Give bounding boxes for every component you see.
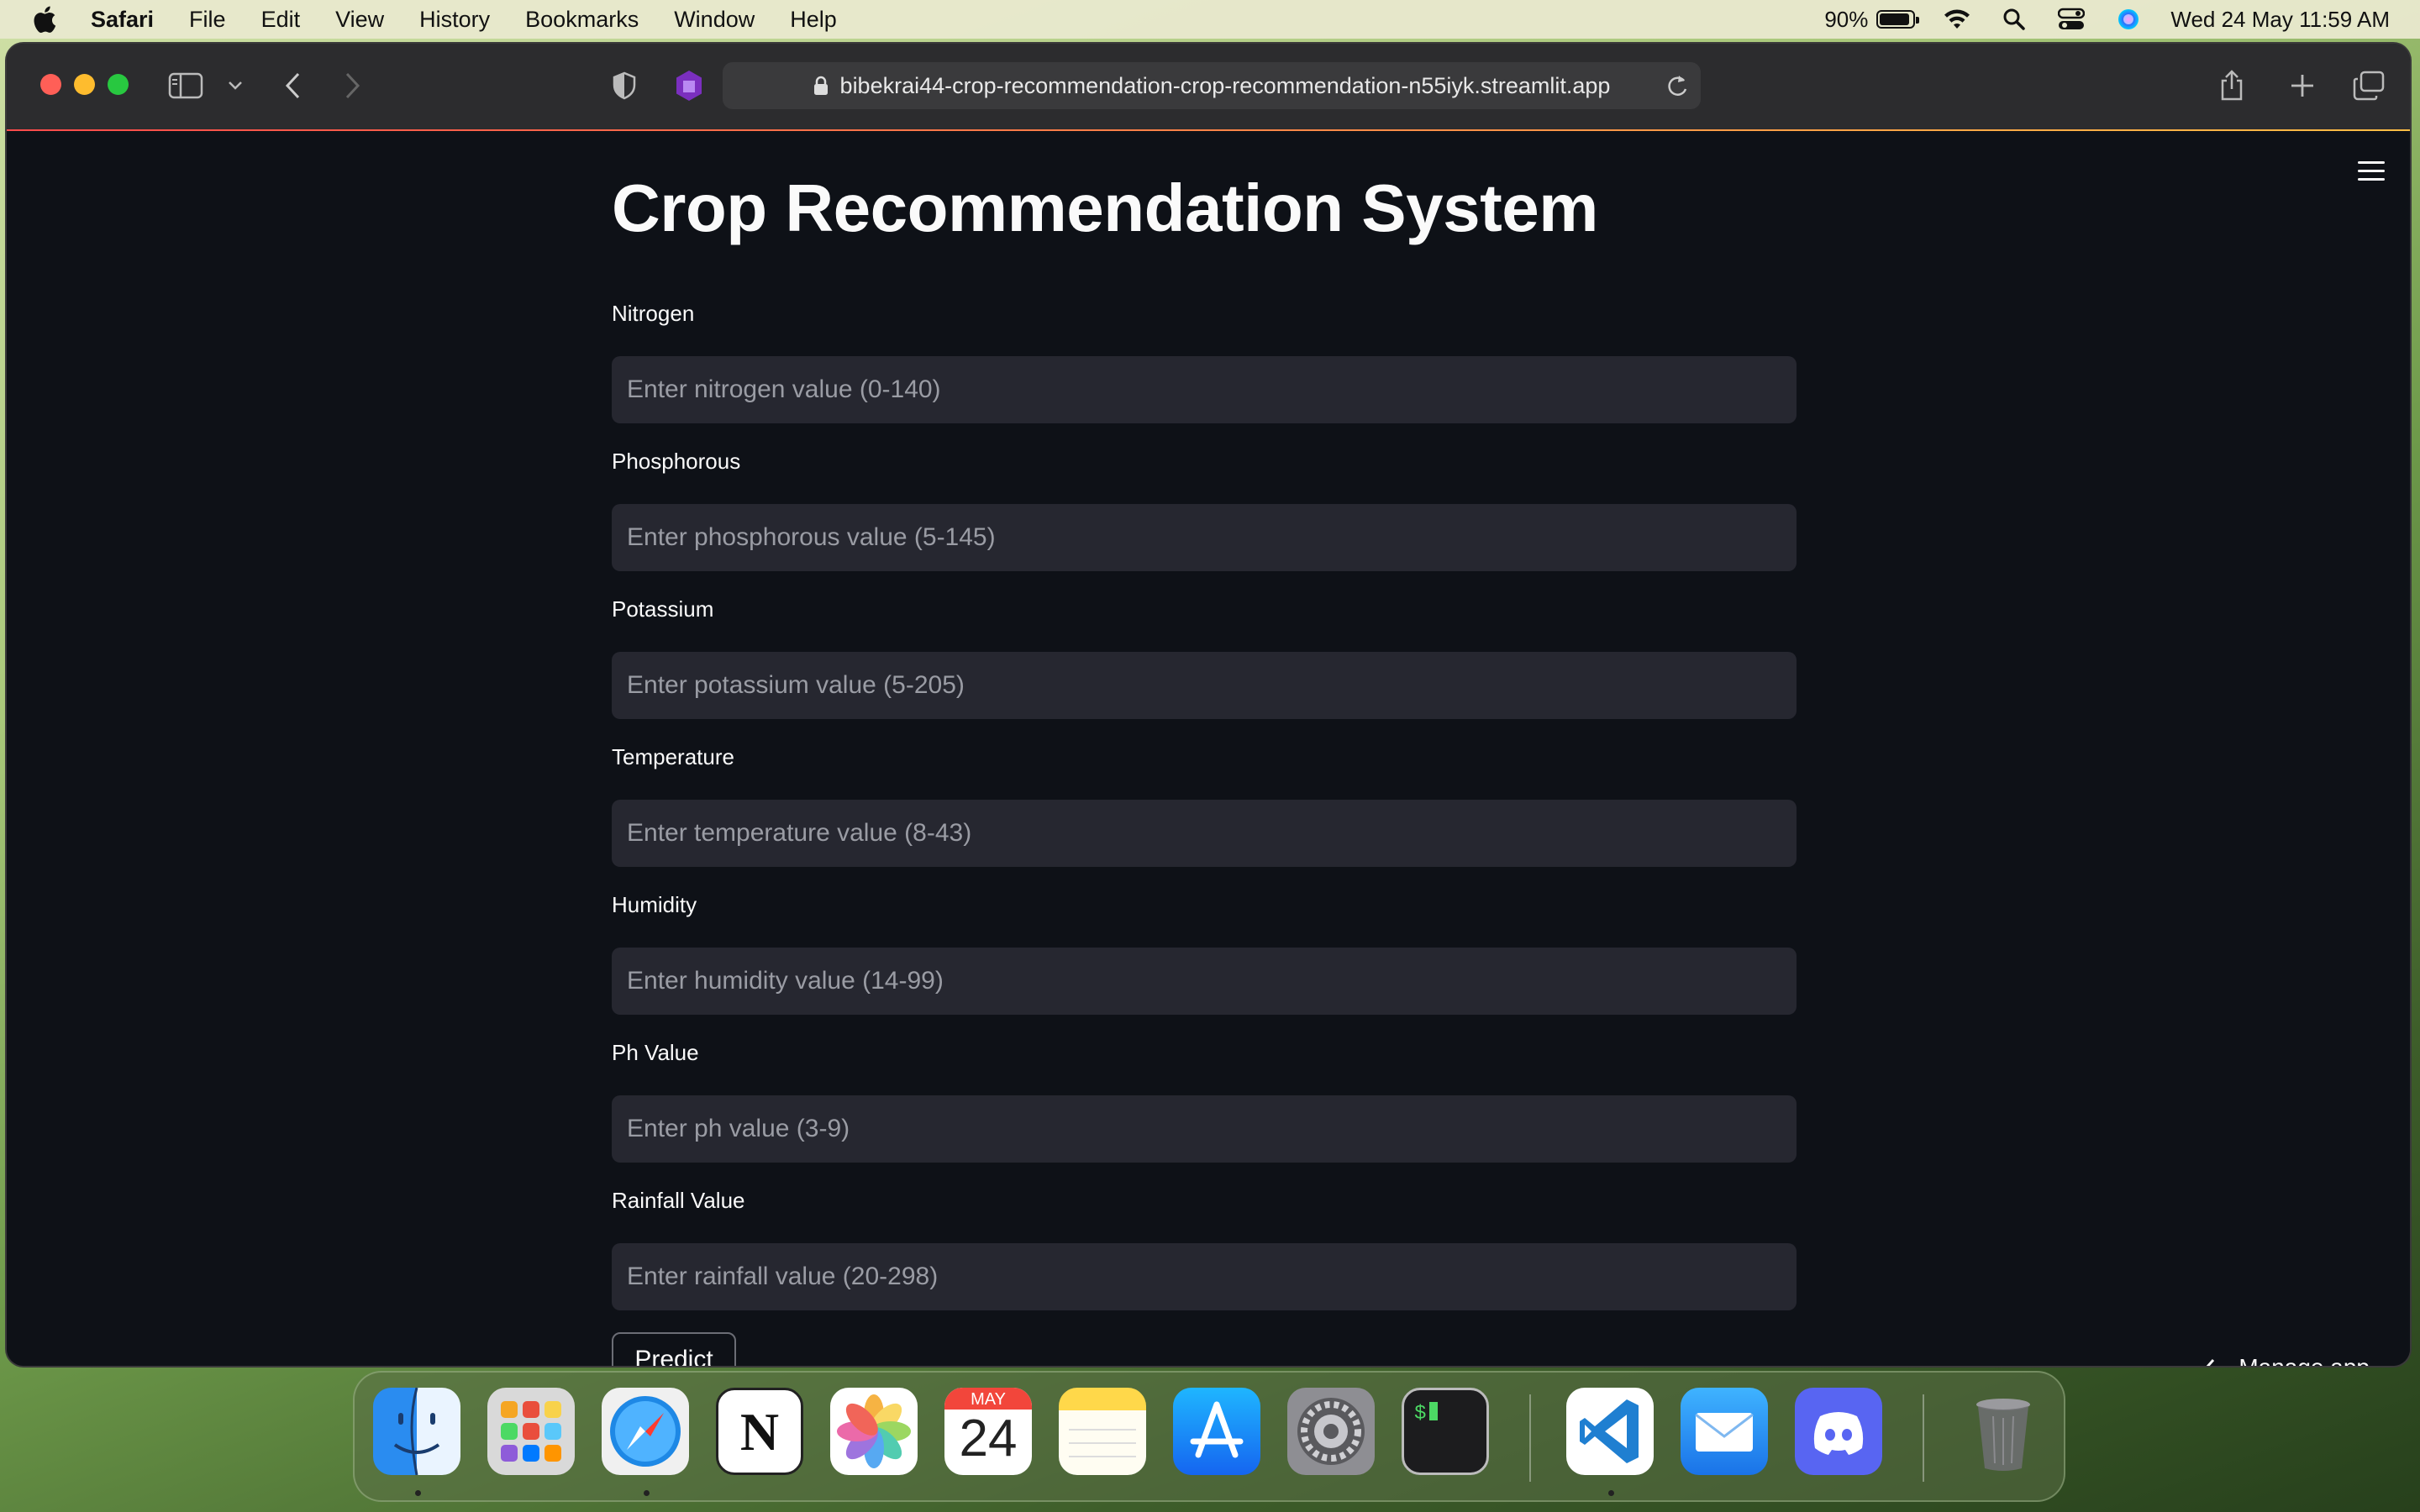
ph-value-label: Ph Value [612, 1040, 699, 1065]
photos-icon[interactable] [830, 1388, 918, 1475]
page-title: Crop Recommendation System [612, 171, 1598, 245]
calendar-icon[interactable]: MAY 24 [944, 1388, 1032, 1475]
phosphorous-input[interactable] [612, 504, 1797, 571]
phosphorous-field: Phosphorous [612, 449, 1797, 571]
menu-window[interactable]: Window [674, 7, 755, 33]
safari-toolbar: bibekrai44-crop-recommendation-crop-reco… [7, 44, 2410, 132]
url-text: bibekrai44-crop-recommendation-crop-reco… [839, 72, 1611, 98]
tab-group-chevron-down-icon[interactable] [227, 67, 244, 104]
safari-icon[interactable] [602, 1388, 689, 1475]
menu-view[interactable]: View [335, 7, 384, 33]
dock-separator-trash [1923, 1394, 1924, 1482]
discord-icon[interactable] [1795, 1388, 1882, 1475]
nitrogen-input[interactable] [612, 356, 1797, 423]
system-settings-icon[interactable] [1287, 1388, 1375, 1475]
battery-level-fill [1880, 13, 1909, 25]
close-window-button[interactable] [40, 74, 61, 95]
finder-icon[interactable] [373, 1388, 460, 1475]
reload-icon[interactable] [1665, 73, 1689, 98]
potassium-input[interactable] [612, 652, 1797, 719]
vscode-icon[interactable] [1566, 1388, 1654, 1475]
hamburger-menu-icon[interactable] [2358, 161, 2385, 183]
share-icon[interactable] [2218, 67, 2245, 104]
app-store-icon[interactable] [1173, 1388, 1260, 1475]
apple-icon[interactable] [32, 5, 57, 34]
dock-separator [1529, 1394, 1531, 1482]
finder-running-indicator [415, 1490, 421, 1496]
humidity-field: Humidity [612, 892, 1797, 1015]
menu-file[interactable]: File [189, 7, 226, 33]
battery-status[interactable]: 90% [1824, 6, 1920, 33]
svg-text:N: N [740, 1402, 779, 1462]
phosphorous-label: Phosphorous [612, 449, 741, 474]
menu-bar: Safari File Edit View History Bookmarks … [0, 0, 2420, 39]
wifi-icon[interactable] [1942, 7, 1972, 32]
zoom-window-button[interactable] [108, 74, 129, 95]
ph-value-field: Ph Value [612, 1040, 1797, 1163]
trash-icon[interactable] [1960, 1388, 2047, 1475]
calendar-month: MAY [944, 1388, 1032, 1410]
address-bar[interactable]: bibekrai44-crop-recommendation-crop-reco… [723, 62, 1701, 109]
tab-overview-icon[interactable] [2353, 67, 2385, 104]
menu-bookmarks[interactable]: Bookmarks [525, 7, 639, 33]
dock: N MAY 24 $ [353, 1371, 2065, 1502]
humidity-input[interactable] [612, 948, 1797, 1015]
launchpad-icon[interactable] [487, 1388, 575, 1475]
control-center-icon[interactable] [2056, 7, 2086, 32]
battery-icon [1876, 10, 1920, 29]
potassium-label: Potassium [612, 596, 714, 622]
manage-app-label: Manage app [2238, 1354, 2370, 1366]
temperature-input[interactable] [612, 800, 1797, 867]
notion-icon[interactable]: N [716, 1388, 803, 1475]
menu-history[interactable]: History [419, 7, 490, 33]
safari-window: bibekrai44-crop-recommendation-crop-reco… [7, 44, 2410, 1366]
vscode-running-indicator [1608, 1490, 1614, 1496]
safari-running-indicator [644, 1490, 650, 1496]
forward-chevron-icon[interactable] [343, 67, 361, 104]
calendar-day: 24 [959, 1410, 1018, 1467]
potassium-field: Potassium [612, 596, 1797, 719]
svg-text:$: $ [1414, 1403, 1426, 1425]
clock-datetime[interactable]: Wed 24 May 11:59 AM [2170, 7, 2390, 33]
terminal-icon[interactable]: $ [1402, 1388, 1489, 1475]
streamlit-page: Crop Recommendation System Nitrogen Phos… [7, 131, 2410, 1366]
privacy-shield-icon[interactable] [612, 67, 637, 104]
back-chevron-icon[interactable] [284, 67, 302, 104]
status-area: 90% Wed 24 May 11:59 AM [1824, 0, 2390, 39]
predict-button[interactable]: Predict [612, 1332, 736, 1366]
temperature-label: Temperature [612, 744, 734, 769]
ph-value-input[interactable] [612, 1095, 1797, 1163]
siri-icon[interactable] [2113, 7, 2144, 32]
sidebar-toggle-icon[interactable] [168, 67, 203, 104]
lock-icon [813, 76, 828, 95]
spotlight-search-icon[interactable] [1999, 7, 2029, 32]
chevron-left-icon [2207, 1359, 2215, 1366]
mail-icon[interactable] [1681, 1388, 1768, 1475]
extension-icon[interactable] [672, 67, 706, 104]
manage-app-button[interactable]: Manage app [2203, 1354, 2370, 1366]
new-tab-plus-icon[interactable] [2289, 67, 2316, 104]
nitrogen-field: Nitrogen [612, 301, 1797, 423]
nitrogen-label: Nitrogen [612, 301, 695, 326]
menu-help[interactable]: Help [790, 7, 837, 33]
humidity-label: Humidity [612, 892, 697, 917]
temperature-field: Temperature [612, 744, 1797, 867]
battery-percent: 90% [1824, 6, 1869, 32]
notes-icon[interactable] [1059, 1388, 1146, 1475]
rainfall-value-label: Rainfall Value [612, 1188, 745, 1213]
menu-app-name[interactable]: Safari [91, 7, 154, 33]
menu-edit[interactable]: Edit [261, 7, 301, 33]
rainfall-value-input[interactable] [612, 1243, 1797, 1310]
minimize-window-button[interactable] [74, 74, 95, 95]
rainfall-value-field: Rainfall Value [612, 1188, 1797, 1310]
